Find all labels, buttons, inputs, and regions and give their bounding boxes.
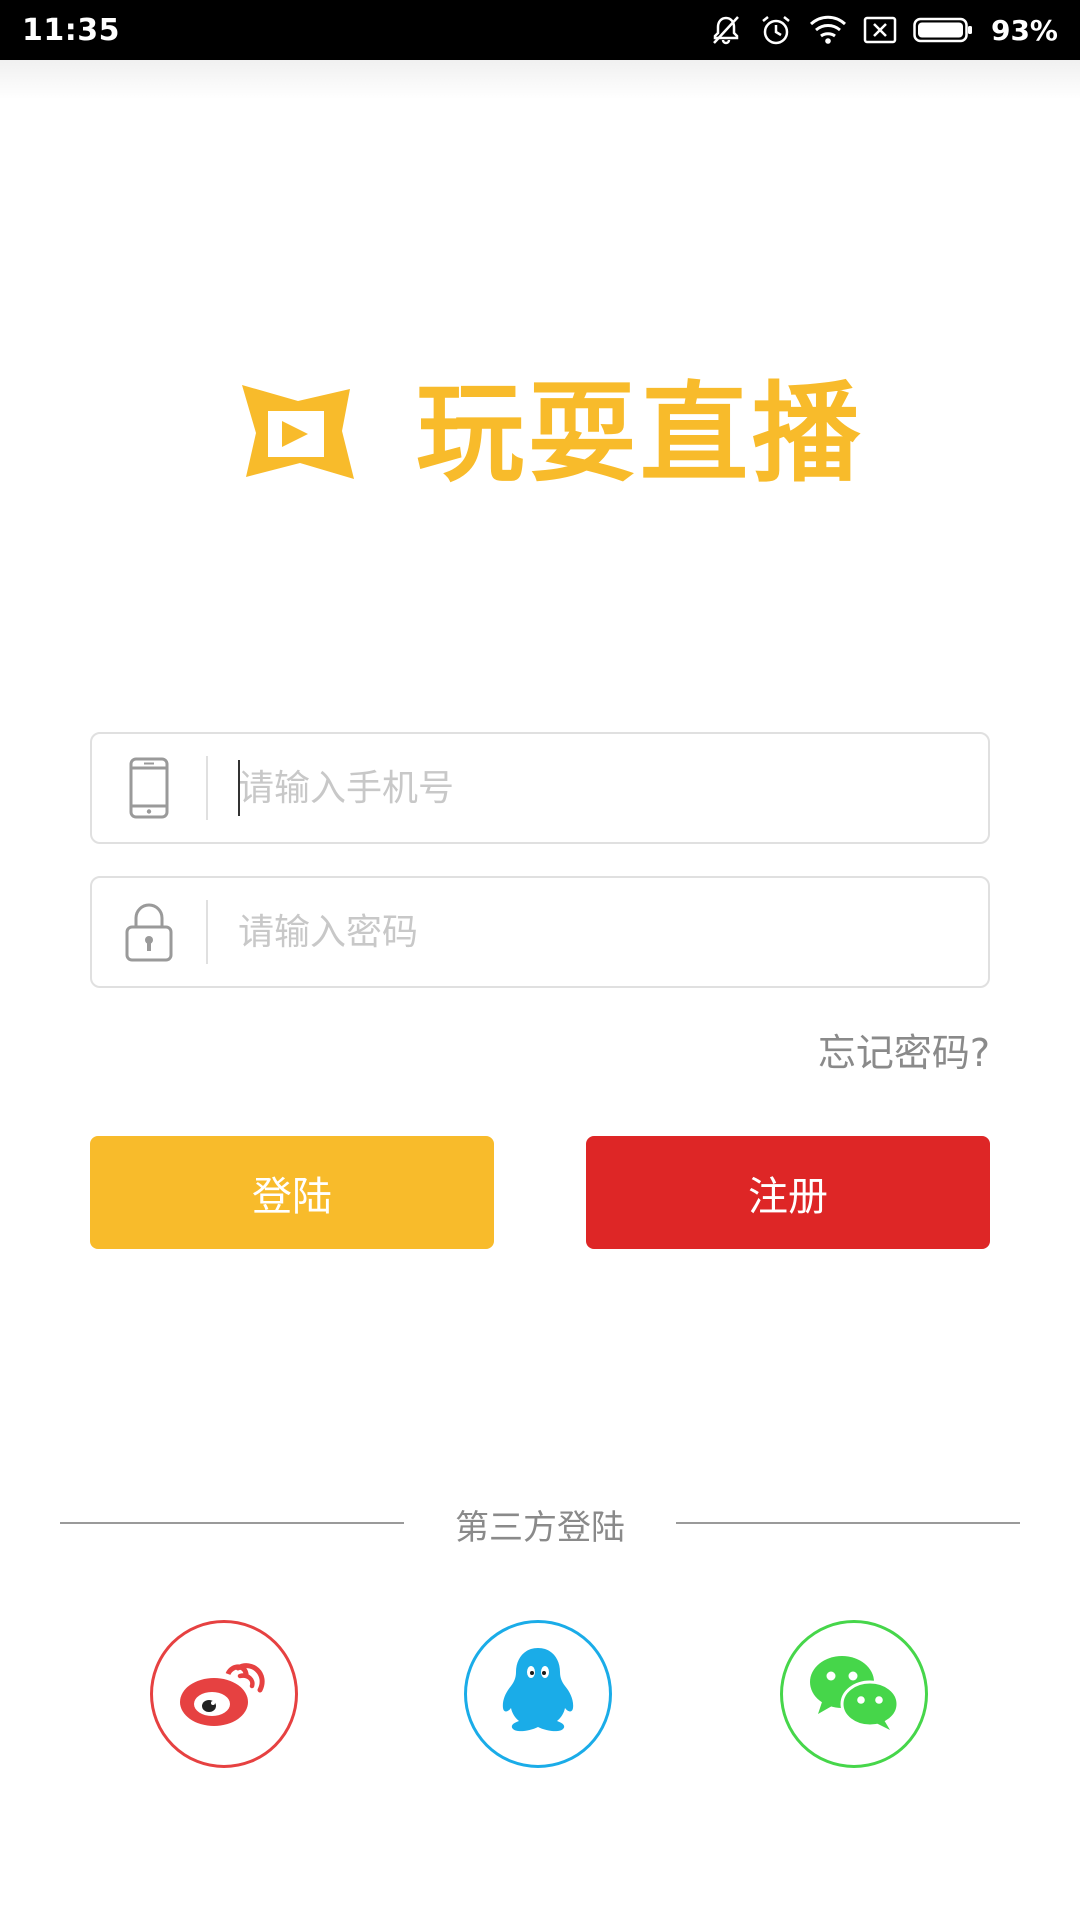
lock-icon [92, 878, 206, 986]
phone-input-row[interactable] [90, 732, 990, 844]
header-shadow [0, 60, 1080, 100]
divider-left [60, 1522, 404, 1524]
wechat-icon [806, 1650, 902, 1738]
battery-icon [913, 16, 973, 44]
text-caret [238, 760, 240, 816]
wifi-icon [809, 14, 847, 46]
no-sim-icon [863, 15, 897, 45]
phone-input[interactable] [208, 734, 988, 842]
register-button[interactable]: 注册 [586, 1136, 990, 1249]
forgot-password-link[interactable]: 忘记密码? [818, 1022, 990, 1077]
logo-text: 玩耍直播 [416, 372, 865, 497]
bell-off-icon [709, 13, 743, 47]
battery-percent: 93% [990, 13, 1058, 47]
qq-login-button[interactable] [464, 1620, 612, 1768]
password-input-row[interactable] [90, 876, 990, 988]
third-party-title: 第三方登陆 [455, 1508, 625, 1548]
status-icons: 93% [709, 13, 1058, 47]
divider-right [676, 1522, 1020, 1524]
login-button[interactable]: 登陆 [90, 1136, 494, 1249]
alarm-icon [759, 13, 793, 47]
qq-icon [498, 1644, 578, 1744]
play-frame-logo-icon [238, 383, 356, 487]
status-time: 11:35 [22, 12, 120, 48]
weibo-login-button[interactable] [150, 1620, 298, 1768]
wechat-login-button[interactable] [780, 1620, 928, 1768]
phone-icon [92, 734, 206, 842]
status-bar: 11:35 93% [0, 0, 1080, 60]
app-logo: 玩耍直播 [238, 380, 864, 490]
password-input[interactable] [208, 878, 988, 986]
weibo-icon [176, 1652, 272, 1736]
